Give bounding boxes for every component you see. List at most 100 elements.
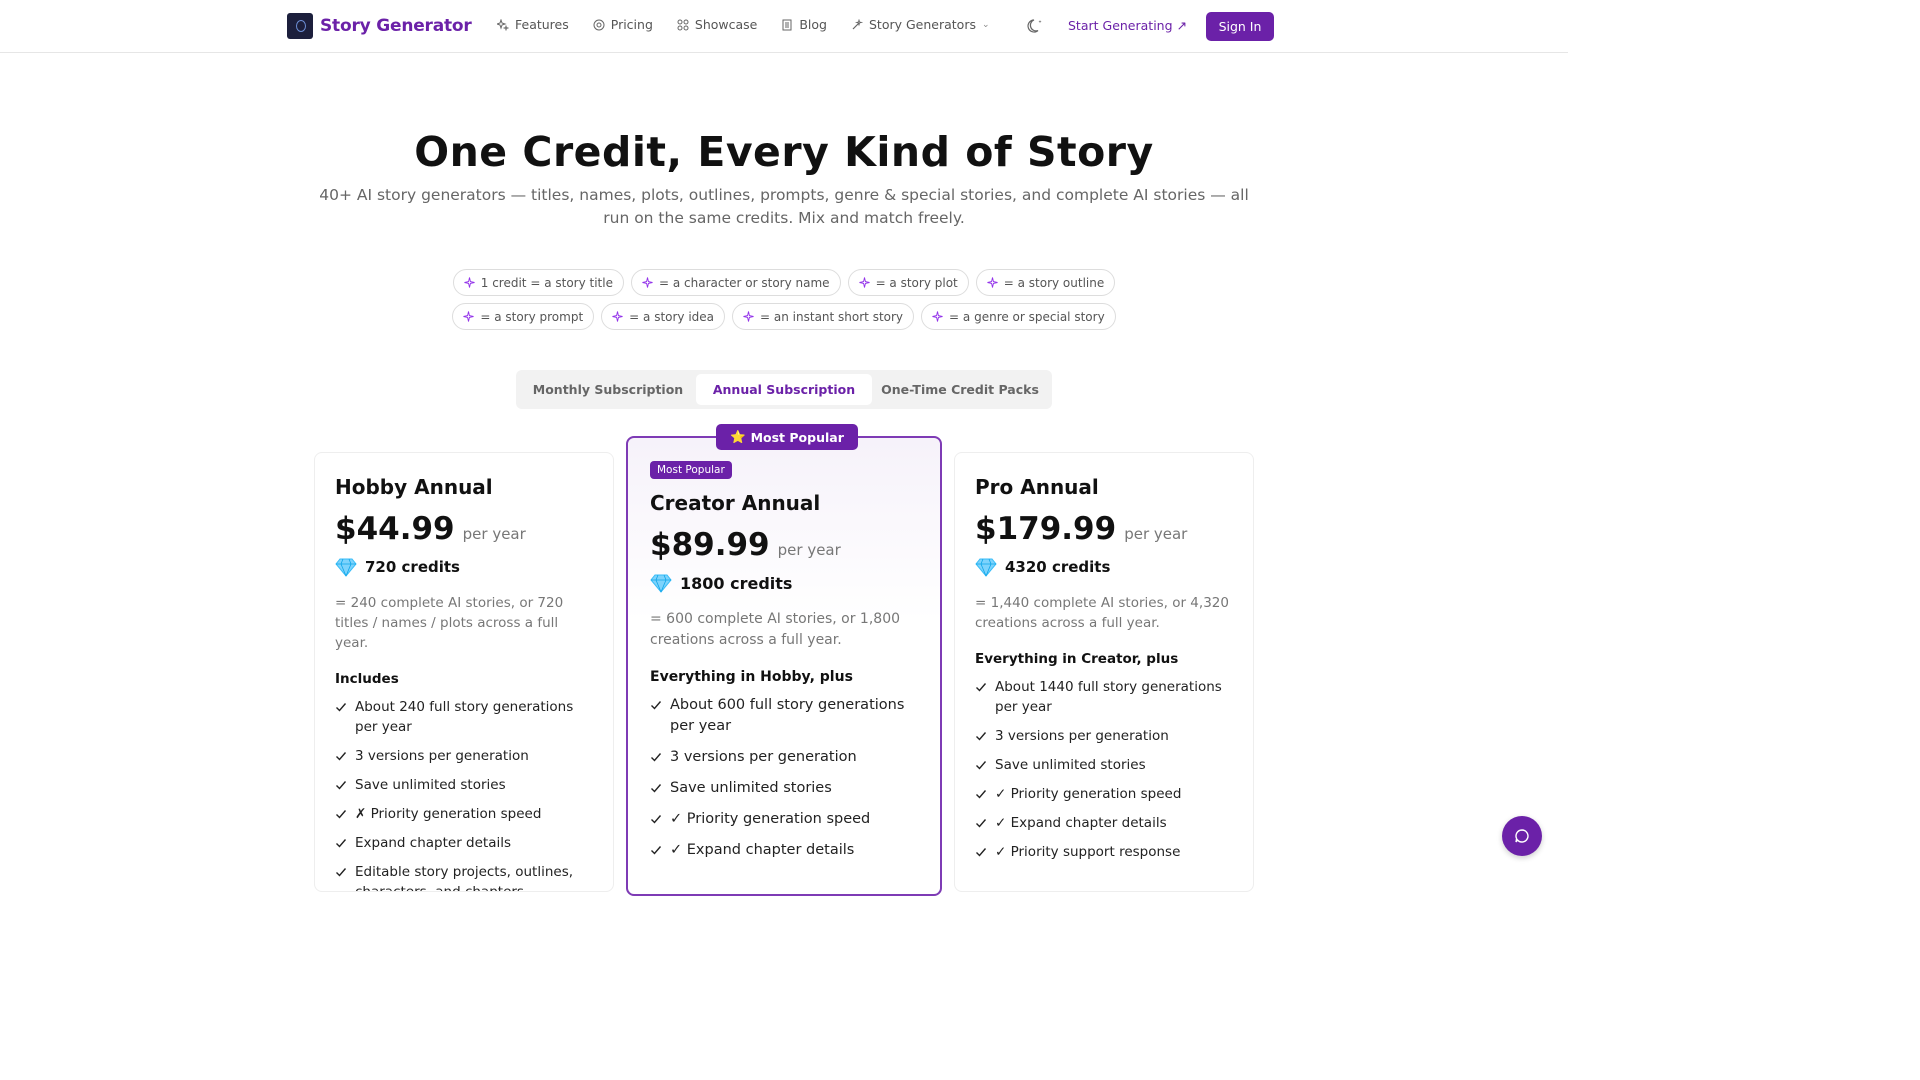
top-navbar: Story Generator Features Pricing Showcas… xyxy=(0,0,1568,53)
magic-wand-icon xyxy=(851,18,863,31)
price-row: $44.99 per year xyxy=(335,511,593,547)
feature-item: 3 versions per generation xyxy=(975,726,1233,746)
plan-card-hobby: Hobby Annual $44.99 per year 720 credits… xyxy=(314,452,614,892)
features-heading: Everything in Hobby, plus xyxy=(650,669,853,685)
plan-description: = 1,440 complete AI stories, or 4,320 cr… xyxy=(975,595,1229,631)
sparkles-icon xyxy=(497,18,509,31)
price-period: per year xyxy=(777,541,841,559)
check-icon xyxy=(976,790,987,799)
chip-label: = a genre or special story xyxy=(949,309,1105,324)
start-generating-link[interactable]: Start Generating ↗ xyxy=(1068,18,1187,33)
nav-item-pricing[interactable]: Pricing xyxy=(593,17,653,32)
nav-item-story-generators[interactable]: Story Generators ⌄ xyxy=(851,17,990,32)
plan-credits: 720 credits xyxy=(365,558,460,576)
feature-item: 3 versions per generation xyxy=(650,747,918,768)
credits-row: 4320 credits xyxy=(975,557,1233,577)
feature-item: ✓ Priority support response xyxy=(975,842,1233,862)
credit-chip: = a story outline xyxy=(975,269,1116,296)
chip-label: = a story idea xyxy=(629,309,715,324)
plan-name: Creator Annual xyxy=(650,491,821,515)
chip-label: = a story plot xyxy=(875,275,958,290)
brand[interactable]: Story Generator xyxy=(287,13,472,39)
credit-chip: = a story prompt xyxy=(452,303,595,330)
chip-label: = a story outline xyxy=(1003,275,1105,290)
sparkle-icon xyxy=(987,277,998,288)
gem-icon xyxy=(335,557,357,577)
check-icon xyxy=(336,868,347,877)
feature-list: About 240 full story generations per yea… xyxy=(335,697,593,891)
features-heading: Includes xyxy=(335,671,399,687)
feature-item: Save unlimited stories xyxy=(975,755,1233,775)
sparkle-icon xyxy=(463,311,474,322)
feature-item: Editable story projects, outlines, chara… xyxy=(335,862,593,891)
plan-credits: 1800 credits xyxy=(680,573,793,593)
chip-label: = a story prompt xyxy=(480,309,584,324)
check-icon xyxy=(651,815,662,824)
credit-chips-row-1: 1 credit = a story title = a character o… xyxy=(0,269,1568,296)
credit-chip: = a character or story name xyxy=(630,269,841,296)
feature-item: Save unlimited stories xyxy=(335,775,593,795)
sparkle-icon xyxy=(612,311,623,322)
feature-item: ✓ Priority generation speed xyxy=(650,809,918,830)
page-title: One Credit, Every Kind of Story xyxy=(414,128,1154,176)
credits-row: 720 credits xyxy=(335,557,593,577)
check-icon xyxy=(336,839,347,848)
check-icon xyxy=(651,784,662,793)
ribbon-label: Most Popular xyxy=(750,429,844,445)
sparkle-icon xyxy=(932,311,943,322)
check-icon xyxy=(651,701,662,710)
start-generating-label: Start Generating xyxy=(1068,18,1173,33)
credits-row: 1800 credits xyxy=(650,573,918,593)
star-icon: ⭐ xyxy=(730,429,746,444)
feature-item: ✓ Expand chapter details xyxy=(975,813,1233,833)
tab-annual-subscription[interactable]: Annual Subscription xyxy=(696,374,872,405)
billing-tabs: Monthly Subscription Annual Subscription… xyxy=(516,370,1052,409)
check-icon xyxy=(336,752,347,761)
main-nav: Features Pricing Showcase Blog Story Gen… xyxy=(497,17,990,32)
grid-icon xyxy=(677,19,689,31)
check-icon xyxy=(976,819,987,828)
plan-card-pro: Pro Annual $179.99 per year 4320 credits… xyxy=(954,452,1254,892)
theme-toggle-moon-icon[interactable] xyxy=(1026,17,1044,35)
arrow-up-right-icon: ↗ xyxy=(1176,18,1187,33)
coin-icon xyxy=(593,19,605,31)
features-heading: Everything in Creator, plus xyxy=(975,651,1179,667)
nav-item-features[interactable]: Features xyxy=(497,17,569,32)
feature-item: About 240 full story generations per yea… xyxy=(335,697,593,737)
sparkle-icon xyxy=(858,277,870,288)
tab-monthly-subscription[interactable]: Monthly Subscription xyxy=(520,374,696,405)
plan-description: = 600 complete AI stories, or 1,800 crea… xyxy=(650,611,901,648)
price-row: $179.99 per year xyxy=(975,511,1233,547)
sparkle-icon xyxy=(743,311,754,322)
most-popular-ribbon: ⭐ Most Popular xyxy=(716,424,858,450)
nav-item-showcase[interactable]: Showcase xyxy=(677,17,757,32)
nav-label: Pricing xyxy=(610,17,653,32)
credit-chip: = a story plot xyxy=(847,269,969,296)
chat-button[interactable] xyxy=(1502,816,1542,856)
gem-icon xyxy=(650,573,672,593)
price-period: per year xyxy=(1124,525,1188,543)
page-subtitle: 40+ AI story generators — titles, names,… xyxy=(319,186,1249,227)
credit-chip: = a genre or special story xyxy=(921,303,1116,330)
feature-item: ✗ Priority generation speed xyxy=(335,804,593,824)
chip-label: = an instant short story xyxy=(760,309,904,324)
credit-chips-row-2: = a story prompt = a story idea = an ins… xyxy=(0,303,1568,330)
feature-list: About 600 full story generations per yea… xyxy=(650,695,918,861)
sign-in-button[interactable]: Sign In xyxy=(1206,12,1274,41)
plan-price: $89.99 xyxy=(650,527,770,563)
document-icon xyxy=(781,19,793,31)
most-popular-badge: Most Popular xyxy=(650,461,732,479)
feature-item: Save unlimited stories xyxy=(650,778,918,799)
chevron-down-icon: ⌄ xyxy=(981,19,990,30)
plan-price: $44.99 xyxy=(335,511,455,547)
sparkle-icon xyxy=(642,277,653,288)
feature-item: 3 versions per generation xyxy=(335,746,593,766)
check-icon xyxy=(976,683,987,692)
nav-item-blog[interactable]: Blog xyxy=(781,17,827,32)
feature-item: ✓ Priority generation speed xyxy=(975,784,1233,804)
chip-label: = a character or story name xyxy=(658,275,830,290)
tab-one-time-credit-packs[interactable]: One-Time Credit Packs xyxy=(872,374,1048,405)
chip-label: 1 credit = a story title xyxy=(480,275,613,290)
feature-list: About 1440 full story generations per ye… xyxy=(975,677,1233,862)
credit-chip: = a story idea xyxy=(601,303,726,330)
